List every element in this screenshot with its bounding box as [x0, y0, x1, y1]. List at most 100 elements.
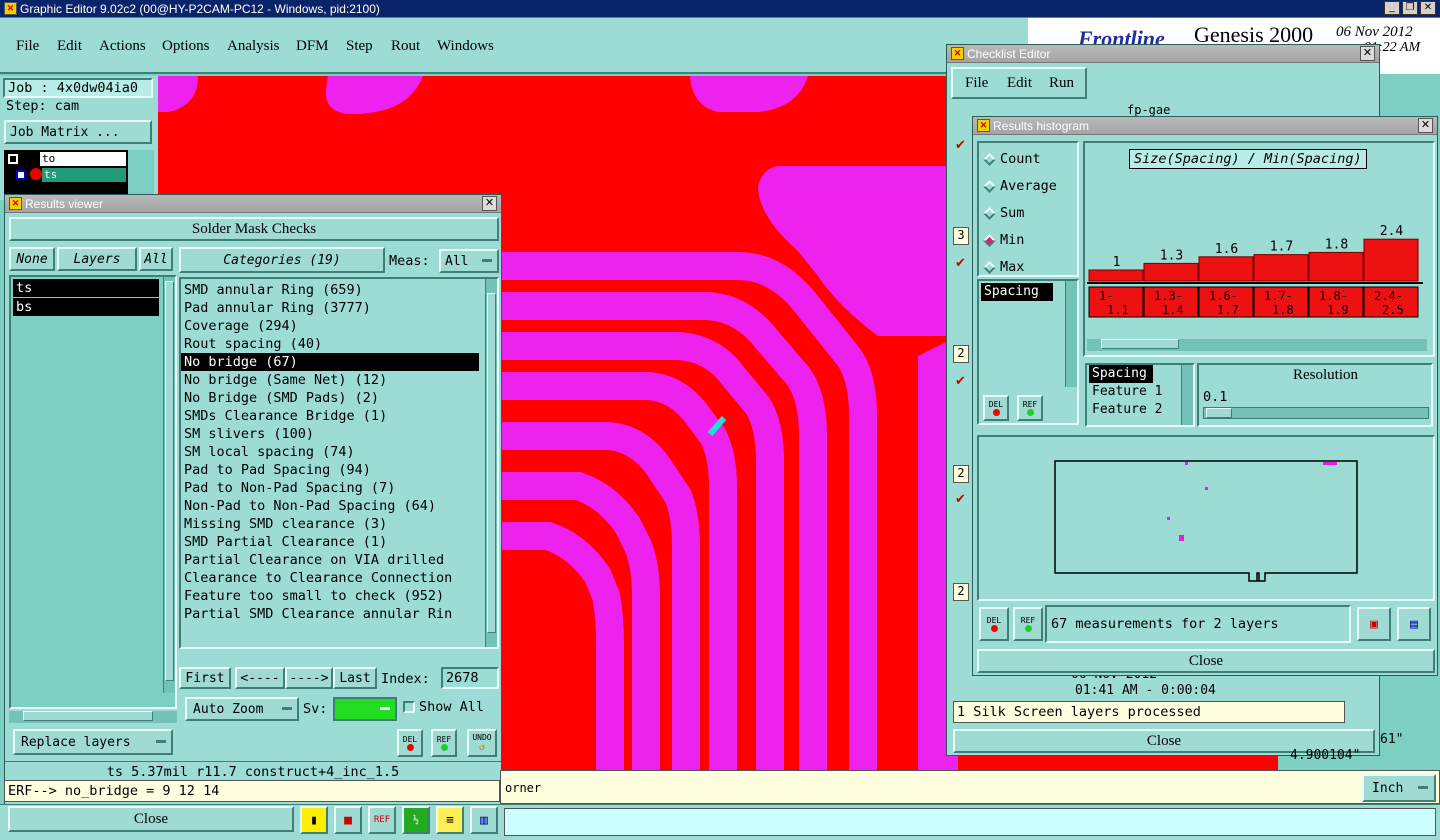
mode-radio-sum[interactable]: Sum — [983, 205, 1024, 221]
category-item[interactable]: SM slivers (100) — [181, 425, 479, 443]
replace-layers-select[interactable]: Replace layers — [13, 729, 173, 755]
category-item[interactable]: Missing SMD clearance (3) — [181, 515, 479, 533]
meas-select[interactable]: All — [439, 249, 499, 273]
category-item[interactable]: SMD Partial Clearance (1) — [181, 533, 479, 551]
menu-step[interactable]: Step — [346, 38, 373, 55]
sv-color-select[interactable] — [333, 697, 397, 721]
categories-scroll-thumb[interactable] — [487, 293, 496, 633]
measure-listbox[interactable]: Spacing DEL REF — [977, 279, 1079, 425]
results-close-button[interactable]: Close — [8, 806, 294, 832]
checklist-menu-run[interactable]: Run — [1049, 75, 1074, 92]
del-button[interactable]: DEL — [397, 729, 423, 757]
category-item[interactable]: Partial Clearance on VIA drilled — [181, 551, 479, 569]
zoom-select-icon[interactable]: ▣ — [1357, 607, 1391, 641]
summary-del-button[interactable]: DEL — [979, 607, 1009, 641]
resolution-slider[interactable] — [1203, 407, 1429, 419]
attribute-item[interactable]: Feature 1 — [1089, 383, 1162, 401]
category-item[interactable]: No Bridge (SMD Pads) (2) — [181, 389, 479, 407]
layers-scrollbar[interactable] — [163, 277, 175, 693]
attribute-item[interactable]: Feature 2 — [1089, 401, 1162, 419]
attribute-scrollbar[interactable] — [1181, 365, 1193, 425]
ref-button[interactable]: REF — [431, 729, 457, 757]
menu-file[interactable]: File — [16, 38, 39, 55]
measure-scrollbar[interactable] — [1065, 281, 1077, 387]
categories-listbox[interactable]: SMD annular Ring (659) Pad annular Ring (… — [179, 277, 499, 649]
histogram-icon[interactable]: ▥ — [470, 806, 498, 834]
categories-scrollbar[interactable] — [485, 279, 497, 647]
category-item[interactable]: SMDs Clearance Bridge (1) — [181, 407, 479, 425]
layers-scroll-thumb[interactable] — [165, 281, 174, 681]
category-item[interactable]: Pad to Non-Pad Spacing (7) — [181, 479, 479, 497]
next-button[interactable]: ----> — [285, 667, 333, 689]
first-button[interactable]: First — [179, 667, 231, 689]
attribute-listbox[interactable]: Spacing Feature 1 Feature 2 — [1085, 363, 1195, 427]
measure-item-spacing[interactable]: Spacing — [981, 283, 1053, 301]
category-item[interactable]: No bridge (Same Net) (12) — [181, 371, 479, 389]
histogram-bar[interactable] — [1308, 251, 1364, 282]
category-item[interactable]: Rout spacing (40) — [181, 335, 479, 353]
category-item[interactable]: Feature too small to check (952) — [181, 587, 479, 605]
mode-radio-count[interactable]: Count — [983, 151, 1041, 167]
summary-ref-button[interactable]: REF — [1013, 607, 1043, 641]
index-input[interactable]: 2678 — [441, 667, 499, 689]
close-icon[interactable]: ✕ — [482, 196, 497, 211]
histogram-bar[interactable] — [1253, 254, 1309, 282]
job-matrix-button[interactable]: Job Matrix ... — [4, 120, 152, 144]
histogram-hscrollbar[interactable] — [1087, 339, 1427, 351]
category-item[interactable]: Pad annular Ring (3777) — [181, 299, 479, 317]
layer-ts[interactable]: ts — [42, 168, 126, 182]
menu-actions[interactable]: Actions — [99, 38, 146, 55]
ref-crossed-icon[interactable]: REF — [368, 806, 396, 834]
auto-zoom-select[interactable]: Auto Zoom — [185, 697, 299, 721]
layers-hscroll-thumb[interactable] — [23, 711, 153, 721]
histogram-bar[interactable] — [1363, 238, 1419, 282]
menu-rout[interactable]: Rout — [391, 38, 420, 55]
half-icon[interactable]: ½ — [402, 806, 430, 834]
histogram-bar[interactable] — [1198, 256, 1254, 282]
category-item[interactable]: SM local spacing (74) — [181, 443, 479, 461]
undo-button[interactable]: UNDO ↺ — [467, 729, 497, 757]
layers-hscrollbar[interactable] — [9, 711, 177, 723]
histogram-hscroll-thumb[interactable] — [1101, 339, 1179, 349]
mode-radio-max[interactable]: Max — [983, 259, 1024, 275]
category-item[interactable]: Pad to Pad Spacing (94) — [181, 461, 479, 479]
chart-icon[interactable]: ▮ — [300, 806, 328, 834]
close-icon[interactable]: ✕ — [1420, 1, 1436, 15]
category-item[interactable]: SMD annular Ring (659) — [181, 281, 479, 299]
mode-radio-min[interactable]: Min — [983, 232, 1024, 248]
mode-radio-average[interactable]: Average — [983, 178, 1057, 194]
histogram-bar[interactable] — [1088, 269, 1144, 282]
category-item[interactable]: Coverage (294) — [181, 317, 479, 335]
command-line[interactable]: orner — [500, 770, 1440, 804]
category-item[interactable]: Partial SMD Clearance annular Rin — [181, 605, 479, 623]
attribute-item[interactable]: Spacing — [1089, 365, 1153, 383]
none-button[interactable]: None — [9, 247, 55, 271]
menu-windows[interactable]: Windows — [437, 38, 494, 55]
board-preview[interactable] — [977, 435, 1435, 601]
minimize-icon[interactable]: _ — [1384, 1, 1400, 15]
layer-box-icon-2[interactable] — [16, 170, 26, 180]
red-box-icon[interactable]: ■ — [334, 806, 362, 834]
menu-edit[interactable]: Edit — [57, 38, 82, 55]
close-icon[interactable]: ✕ — [1360, 46, 1375, 61]
show-all-checkbox[interactable] — [403, 701, 415, 713]
category-item[interactable]: Clearance to Clearance Connection — [181, 569, 479, 587]
solder-mask-header[interactable]: Solder Mask Checks — [9, 217, 499, 241]
last-button[interactable]: Last — [333, 667, 377, 689]
layer-box-icon[interactable] — [8, 154, 18, 164]
prev-button[interactable]: <---- — [235, 667, 285, 689]
layers-button[interactable]: Layers — [57, 247, 137, 271]
restore-icon[interactable]: ❐ — [1402, 1, 1418, 15]
menu-analysis[interactable]: Analysis — [227, 38, 280, 55]
category-item[interactable]: No bridge (67) — [181, 353, 479, 371]
layers-listbox[interactable]: ts bs — [9, 275, 177, 709]
menu-dfm[interactable]: DFM — [296, 38, 329, 55]
all-button[interactable]: All — [139, 247, 173, 271]
layer-item-ts[interactable]: ts — [13, 279, 159, 297]
category-item[interactable]: Non-Pad to Non-Pad Spacing (64) — [181, 497, 479, 515]
checklist-menu-file[interactable]: File — [965, 75, 988, 92]
menu-options[interactable]: Options — [162, 38, 210, 55]
layer-to[interactable]: to — [40, 152, 126, 166]
close-icon[interactable]: ✕ — [1418, 118, 1433, 133]
layer-item-bs[interactable]: bs — [13, 298, 159, 316]
